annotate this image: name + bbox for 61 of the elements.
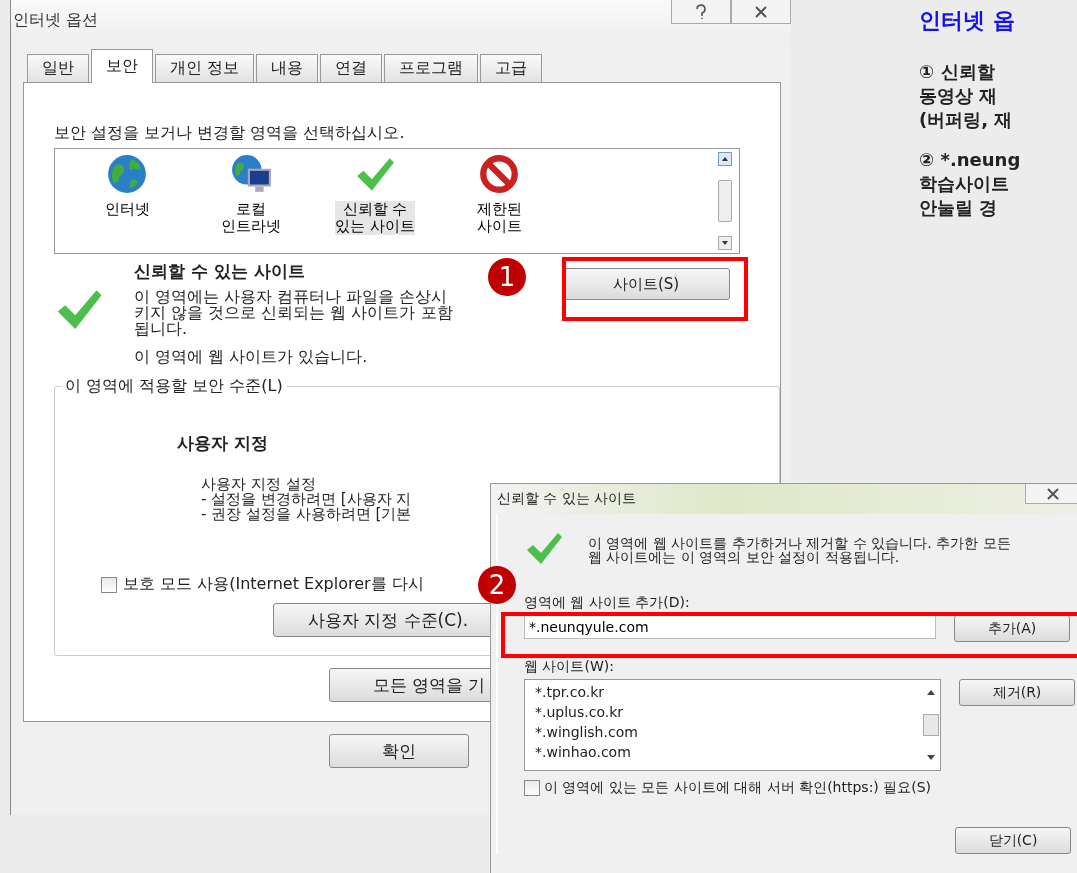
checkbox[interactable]: [524, 780, 540, 796]
checkbox-label: 이 영역에 있는 모든 사이트에 대해 서버 확인(https:) 필요(S): [544, 779, 932, 797]
instruction-line: (버퍼링, 재: [919, 108, 1014, 132]
instruction-line: 동영상 재: [919, 84, 999, 108]
group-legend: 이 영역에 적용할 보안 수준(L): [61, 376, 287, 397]
globe-monitor-icon: [230, 153, 272, 195]
zone-item[interactable]: 신뢰할 수 있는 사이트: [325, 153, 425, 253]
zone-item[interactable]: 제한된 사이트: [449, 153, 549, 253]
zone-label: 제한된 사이트: [476, 201, 522, 235]
tab[interactable]: 프로그램: [384, 54, 479, 82]
zone-note: 이 영역에 웹 사이트가 있습니다.: [134, 347, 369, 368]
ok-button[interactable]: 확인: [329, 734, 469, 768]
close-icon: [754, 5, 768, 18]
scroll-down-icon: [926, 754, 936, 762]
tab[interactable]: 연결: [320, 54, 383, 82]
scroll-up-icon: [926, 688, 936, 696]
prohibited-icon: [478, 153, 520, 195]
globe-icon: [106, 153, 148, 195]
zone-description: 이 영역에는 사용자 컴퓨터나 파일을 손상시 키지 않을 것으로 신뢰되는 웹 사이트가 포함 됩니다.: [134, 289, 454, 337]
zone-label: 로컬 인트라넷: [221, 201, 281, 235]
tab[interactable]: 내용: [256, 54, 319, 82]
list-item[interactable]: *.tpr.co.kr: [535, 682, 638, 702]
add-button[interactable]: 추가(A): [954, 615, 1070, 642]
scroll-up-icon: [718, 152, 732, 166]
tab[interactable]: 개인 정보: [155, 54, 255, 82]
scroll-down-icon: [718, 236, 732, 250]
scroll-thumb[interactable]: [923, 714, 939, 736]
list-item[interactable]: *.winhao.com: [535, 742, 638, 762]
instruction-line: 안눌릴 경: [919, 196, 999, 220]
tab[interactable]: 보안: [91, 49, 153, 83]
tab[interactable]: 고급: [480, 54, 543, 82]
zone-title: 신뢰할 수 있는 사이트: [134, 260, 305, 283]
close-icon: [1046, 487, 1060, 500]
tab[interactable]: 일반: [27, 54, 89, 82]
instruction-line: 학습사이트: [919, 172, 1010, 196]
list-item[interactable]: *.uplus.co.kr: [535, 702, 638, 722]
list-item[interactable]: *.winglish.com: [535, 722, 638, 742]
window-title: 인터넷 옵션: [12, 9, 99, 31]
instruction-line: ② *.neung: [919, 148, 1021, 172]
help-button[interactable]: [671, 0, 731, 24]
field-label: 영역에 웹 사이트 추가(D):: [524, 594, 691, 612]
zone-label: 인터넷: [104, 201, 150, 218]
close-button[interactable]: [1025, 484, 1077, 504]
help-icon: [695, 3, 707, 20]
zone-prompt: 보안 설정을 보거나 변경할 영역을 선택하십시오.: [54, 123, 406, 144]
instruction-line: ① 신뢰할: [919, 60, 996, 84]
level-description: 사용자 지정 설정 - 설정을 변경하려면 [사용자 지 - 권장 설정을 사용하려면 [기본: [201, 477, 412, 522]
instructions-title: 인터넷 옵: [919, 7, 1016, 35]
dialog-message: 이 영역에 웹 사이트를 추가하거나 제거할 수 있습니다. 추가한 모든 웹 사이트에는 이 영역의 보안 설정이 적용됩니다.: [588, 534, 1011, 564]
remove-button[interactable]: 제거(R): [959, 679, 1075, 706]
zone-item[interactable]: 인터넷: [77, 153, 177, 253]
checkbox[interactable]: [101, 576, 117, 593]
close-dialog-button[interactable]: 닫기(C): [955, 827, 1071, 854]
scroll-thumb[interactable]: [718, 180, 732, 222]
zone-label: 신뢰할 수 있는 사이트: [335, 201, 415, 235]
level-name: 사용자 지정: [177, 432, 269, 455]
close-button[interactable]: [731, 0, 791, 24]
checkbox-label: 보호 모드 사용(Internet Explorer를 다시: [123, 574, 424, 595]
zone-item[interactable]: 로컬 인트라넷: [201, 153, 301, 253]
input-field[interactable]: *.neunqyule.com: [524, 615, 936, 639]
window-title: 신뢰할 수 있는 사이트: [496, 489, 637, 508]
